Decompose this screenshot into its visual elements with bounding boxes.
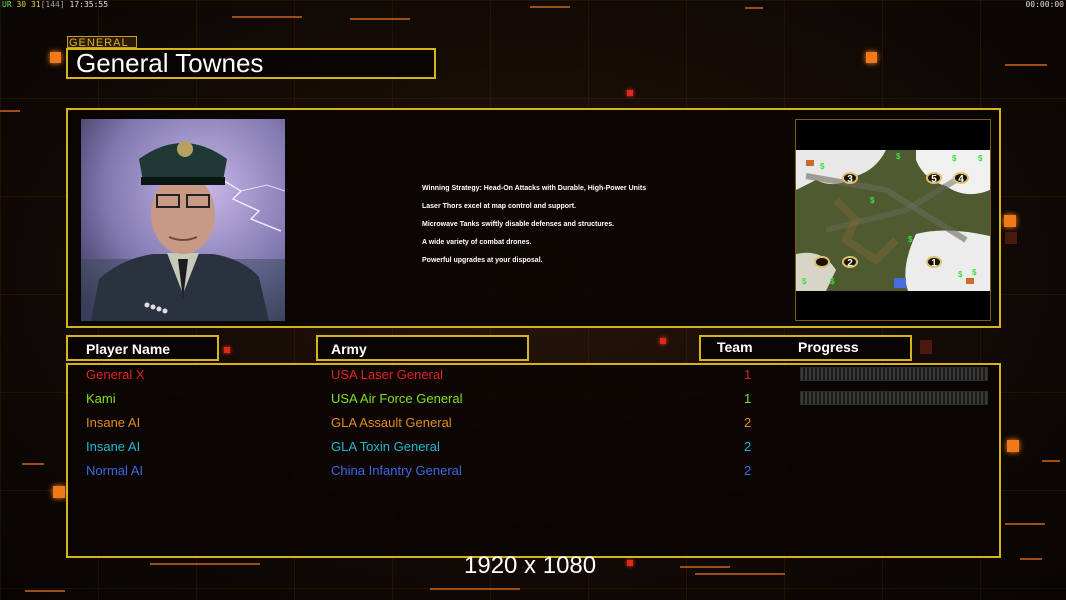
army-header: Army: [316, 335, 529, 361]
start-position-marker: 1: [926, 256, 942, 269]
player-name-header-label: Player Name: [86, 341, 171, 357]
deco-line: [1005, 64, 1047, 66]
start-position-marker: 4: [953, 172, 969, 185]
player-name-header: Player Name: [66, 335, 219, 361]
deco-square: [53, 486, 65, 498]
fps-value: 31: [30, 0, 41, 9]
game-timer: 00:00:00: [1025, 0, 1064, 9]
team-progress-header: Team Progress: [699, 335, 912, 361]
deco-line: [22, 463, 44, 465]
supply-marker: $: [908, 235, 913, 244]
strategy-line: Winning Strategy: Head-On Attacks with D…: [422, 185, 647, 192]
clock: 17:35:55: [69, 0, 109, 9]
strategy-line: A wide variety of combat drones.: [422, 239, 532, 246]
general-name-box: General Townes: [66, 48, 436, 79]
deco-line: [745, 7, 763, 9]
player-team: 1: [744, 367, 752, 382]
deco-square: [50, 52, 61, 63]
strategy-line: Laser Thors excel at map control and sup…: [422, 203, 577, 210]
deco-square: [224, 347, 230, 353]
player-team: 1: [744, 391, 752, 406]
deco-line: [680, 566, 730, 568]
deco-square: [1004, 215, 1016, 227]
resolution-label: 1920 x 1080: [464, 552, 597, 579]
start-position-marker: [814, 256, 830, 268]
general-name: General Townes: [76, 48, 264, 78]
general-tag: GENERAL: [67, 36, 137, 49]
player-name: Insane AI: [86, 415, 141, 430]
team-header-label: Team: [717, 339, 753, 355]
deco-line: [232, 16, 302, 18]
supply-marker: $: [952, 154, 957, 163]
player-name: Kami: [86, 391, 116, 406]
general-info-panel: Winning Strategy: Head-On Attacks with D…: [66, 108, 1001, 328]
player-team: 2: [744, 463, 752, 478]
deco-square: [660, 338, 666, 344]
deco-square: [920, 340, 932, 354]
start-position-marker: 5: [926, 172, 942, 185]
player-name: Insane AI: [86, 439, 141, 454]
map-preview: 3 5 4 2 1 $ $ $ $ $ $ $ $ $ $: [795, 119, 991, 321]
progress-header-label: Progress: [798, 339, 859, 355]
supply-marker: $: [870, 196, 875, 205]
player-army: USA Air Force General: [331, 391, 463, 406]
status-prefix: UR: [2, 0, 12, 9]
deco-square: [1007, 440, 1019, 452]
player-name: General X: [86, 367, 145, 382]
player-row: Kami USA Air Force General 1: [68, 389, 999, 413]
loading-progress-bar: [800, 391, 988, 405]
player-row: Insane AI GLA Toxin General 2: [68, 437, 999, 461]
supply-marker: $: [830, 277, 835, 286]
deco-square: [627, 560, 633, 566]
player-army: GLA Assault General: [331, 415, 452, 430]
strategy-line: Powerful upgrades at your disposal.: [422, 257, 543, 264]
supply-marker: $: [820, 162, 825, 171]
deco-line: [1020, 558, 1042, 560]
deco-line: [1005, 523, 1045, 525]
deco-line: [150, 563, 260, 565]
deco-line: [1042, 460, 1060, 462]
army-header-label: Army: [331, 341, 367, 357]
supply-marker: $: [978, 154, 983, 163]
fps-value: [144]: [40, 0, 65, 9]
deco-line: [25, 590, 65, 592]
deco-line: [350, 18, 410, 20]
supply-marker: $: [972, 268, 977, 277]
deco-line: [695, 573, 785, 575]
player-team: 2: [744, 415, 752, 430]
deco-square: [1005, 232, 1017, 244]
player-team: 2: [744, 439, 752, 454]
strategy-text: Winning Strategy: Head-On Attacks with D…: [422, 180, 646, 270]
player-row: General X USA Laser General 1: [68, 365, 999, 389]
start-position-marker: 3: [842, 172, 858, 185]
player-row: Normal AI China Infantry General 2: [68, 461, 999, 485]
start-position-marker: 2: [842, 256, 858, 269]
players-panel: General X USA Laser General 1 Kami USA A…: [66, 363, 1001, 558]
player-army: GLA Toxin General: [331, 439, 440, 454]
player-army: USA Laser General: [331, 367, 444, 382]
deco-square: [627, 90, 633, 96]
general-portrait: [81, 119, 285, 321]
supply-marker: $: [802, 277, 807, 286]
status-bar-left: UR 30 31[144] 17:35:55: [2, 0, 108, 9]
strategy-line: Microwave Tanks swiftly disable defenses…: [422, 221, 615, 228]
fps-value: 30: [16, 0, 27, 9]
deco-line: [530, 6, 570, 8]
deco-square: [866, 52, 877, 63]
portrait-image: [81, 119, 285, 321]
player-name: Normal AI: [86, 463, 144, 478]
supply-marker: $: [896, 152, 901, 161]
player-army: China Infantry General: [331, 463, 462, 478]
deco-line: [0, 110, 20, 112]
supply-marker: $: [958, 270, 963, 279]
loading-progress-bar: [800, 367, 988, 381]
deco-line: [430, 588, 520, 590]
player-row: Insane AI GLA Assault General 2: [68, 413, 999, 437]
